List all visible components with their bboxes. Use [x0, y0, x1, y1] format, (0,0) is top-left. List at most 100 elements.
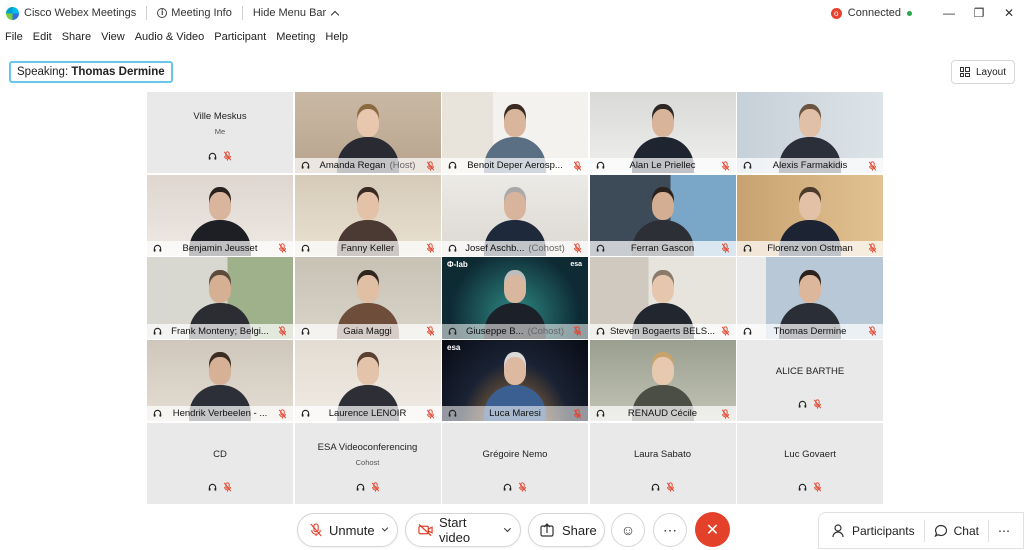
menu-audio-video[interactable]: Audio & Video	[130, 28, 210, 46]
participant-tile[interactable]: Laura Sabato	[589, 422, 736, 504]
share-button[interactable]: Share	[528, 513, 605, 547]
menu-share[interactable]: Share	[57, 28, 96, 46]
app-name: Cisco Webex Meetings	[24, 7, 137, 19]
headset-icon	[503, 479, 512, 497]
meeting-info-button[interactable]: i Meeting Info	[157, 7, 232, 19]
menu-bar: File Edit Share View Audio & Video Parti…	[0, 28, 353, 46]
minimize-button[interactable]: —	[934, 0, 964, 26]
participant-name-wrap: Josef Aschb... (Cohost)	[457, 243, 573, 254]
participant-name: ALICE BARTHE	[775, 366, 845, 378]
webex-status-icon: o	[830, 7, 842, 19]
participant-tile[interactable]: Frank Monteny; Belgi...	[147, 257, 293, 339]
microphone-muted-icon	[666, 479, 675, 497]
microphone-muted-icon	[278, 243, 287, 253]
chevron-down-icon	[504, 525, 512, 532]
headset-icon	[448, 327, 457, 336]
chat-button[interactable]: Chat	[925, 512, 988, 549]
microphone-muted-icon	[310, 523, 322, 537]
participant-nameplate: Fanny Keller	[294, 240, 441, 256]
info-icon: i	[157, 8, 168, 18]
menu-file[interactable]: File	[0, 28, 28, 46]
participant-tile[interactable]: ESA Videoconferencing Cohost	[294, 422, 441, 504]
participant-name-block: ALICE BARTHE	[737, 340, 883, 403]
panel-buttons: Participants Chat ⋯	[817, 512, 1024, 549]
participant-name: Ferran Gascon	[630, 242, 695, 254]
participant-tile[interactable]: Fanny Keller	[294, 174, 441, 256]
participant-tile[interactable]: Gaia Maggi	[294, 257, 441, 339]
participant-name: Amanda Regan	[319, 160, 386, 172]
participant-tile[interactable]: Luc Govaert	[737, 422, 883, 504]
reactions-button[interactable]: ☺	[611, 513, 645, 547]
participant-nameplate: Laurence LENOIR	[294, 406, 441, 422]
microphone-muted-icon	[573, 326, 582, 336]
start-video-button[interactable]: Start video	[405, 513, 521, 547]
participant-name-wrap: Alan Le Priellec	[605, 160, 721, 171]
participant-nameplate: Thomas Dermine	[737, 323, 883, 339]
participant-tile[interactable]: ALICE BARTHE	[737, 340, 883, 422]
participant-tile[interactable]: Φ-lab esa Giuseppe B... (Cohost)	[442, 257, 588, 339]
start-video-label: Start video	[439, 515, 471, 545]
participant-tile[interactable]: esa Luca Maresi	[442, 340, 588, 422]
participant-name-wrap: Thomas Dermine	[752, 326, 868, 337]
participant-tile[interactable]: Thomas Dermine	[737, 257, 883, 339]
close-window-button[interactable]: ✕	[994, 0, 1024, 26]
hide-menu-bar-button[interactable]: Hide Menu Bar	[253, 7, 340, 19]
participant-nameplate: Hendrik Verbeelen - ...	[147, 406, 293, 422]
layout-button[interactable]: Layout	[950, 60, 1015, 84]
participant-role: (Host)	[389, 160, 416, 172]
headset-icon	[448, 244, 457, 253]
participant-role: (Cohost)	[528, 242, 565, 254]
participant-tile[interactable]: Benoit Deper Aerosp...	[442, 92, 588, 174]
share-label: Share	[562, 522, 597, 538]
headset-icon	[153, 244, 162, 253]
participant-name: Luca Maresi	[489, 408, 541, 420]
microphone-muted-icon	[813, 479, 822, 497]
headset-icon	[448, 161, 457, 170]
participant-name: Laurence LENOIR	[328, 408, 407, 420]
menu-edit[interactable]: Edit	[28, 28, 57, 46]
participant-tile[interactable]: Ville Meskus Me	[147, 92, 293, 174]
menu-participant[interactable]: Participant	[209, 28, 271, 46]
participant-nameplate: Amanda Regan (Host)	[294, 158, 441, 174]
participant-role: Me	[214, 127, 226, 137]
participant-name-block: Luc Govaert	[737, 423, 883, 486]
end-meeting-button[interactable]: ✕	[695, 512, 730, 547]
participant-tile[interactable]: Amanda Regan (Host)	[294, 92, 441, 174]
participant-name-wrap: Frank Monteny; Belgi...	[162, 326, 278, 337]
participant-tile[interactable]: RENAUD Cécile	[589, 340, 736, 422]
headset-icon	[356, 479, 365, 497]
participant-nameplate: Benoit Deper Aerosp...	[442, 158, 588, 174]
microphone-muted-icon	[426, 409, 435, 419]
participant-name-block: ESA Videoconferencing Cohost	[295, 423, 441, 486]
unmute-button[interactable]: Unmute	[297, 513, 398, 547]
participant-tile[interactable]: Laurence LENOIR	[294, 340, 441, 422]
smiley-icon: ☺	[620, 522, 636, 538]
participant-name: Laura Sabato	[633, 448, 692, 460]
menu-meeting[interactable]: Meeting	[271, 28, 320, 46]
more-icon: ⋯	[663, 521, 677, 538]
chat-label: Chat	[953, 523, 979, 538]
participant-tile[interactable]: Grégoire Nemo	[442, 422, 588, 504]
menu-help[interactable]: Help	[320, 28, 353, 46]
participant-tile[interactable]: Josef Aschb... (Cohost)	[442, 174, 588, 256]
grid-layout-icon	[959, 67, 970, 77]
more-panels-button[interactable]: ⋯	[989, 512, 1019, 549]
chat-icon	[934, 524, 947, 537]
participant-name: Ville Meskus	[193, 111, 247, 123]
menu-view[interactable]: View	[96, 28, 130, 46]
participant-tile[interactable]: Ferran Gascon	[589, 174, 736, 256]
participant-tile[interactable]: Benjamin Jeusset	[147, 174, 293, 256]
participant-tile[interactable]: CD	[147, 422, 293, 504]
participant-tile[interactable]: Florenz von Ostman	[737, 174, 883, 256]
participant-nameplate: Frank Monteny; Belgi...	[147, 323, 293, 339]
participant-tile[interactable]: Alexis Farmakidis	[737, 92, 883, 174]
maximize-button[interactable]: ❐	[964, 0, 994, 26]
participants-button[interactable]: Participants	[823, 512, 924, 549]
participant-name-wrap: Ferran Gascon	[605, 243, 721, 254]
participant-tile[interactable]: Hendrik Verbeelen - ...	[147, 340, 293, 422]
headset-icon	[301, 244, 310, 253]
more-options-button[interactable]: ⋯	[653, 513, 687, 547]
participant-name: Frank Monteny; Belgi...	[171, 325, 269, 337]
participant-tile[interactable]: Alan Le Priellec	[589, 92, 736, 174]
participant-tile[interactable]: Steven Bogaerts BELS...	[589, 257, 736, 339]
